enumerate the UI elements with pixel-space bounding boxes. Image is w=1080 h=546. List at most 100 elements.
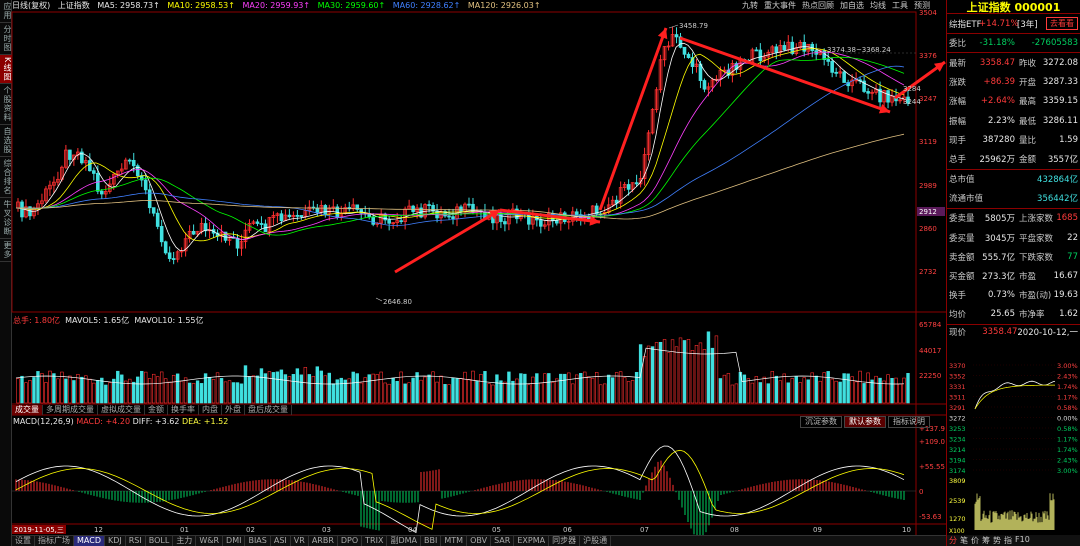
volume-bar (68, 375, 72, 404)
volume-bar (726, 373, 731, 404)
indicator-tab-21[interactable]: 同步器 (549, 536, 581, 546)
macd-button-2[interactable]: 指标说明 (888, 416, 930, 428)
candle-body (279, 213, 284, 221)
volume-tab-7[interactable]: 盘后成交量 (245, 405, 292, 415)
volume-tabs: 成交量 多周期成交量 虚拟成交量 金额 换手率 内盘 外盘 盘后成交量 (12, 405, 292, 415)
indicator-tab-11[interactable]: VR (291, 536, 309, 546)
indicator-tab-16[interactable]: BBI (421, 536, 442, 546)
indicator-tab-6[interactable]: 主力 (173, 536, 197, 546)
price-tick: 2860 (919, 225, 937, 233)
volume-bar (495, 374, 499, 404)
quote-tab-2[interactable]: 价 (971, 535, 979, 546)
quote-tab-1[interactable]: 笔 (960, 535, 968, 546)
volume-bar (650, 346, 655, 404)
rows3-value2: 16.67 (1053, 271, 1078, 282)
volume-bar (167, 381, 172, 404)
volume-bar (72, 380, 76, 404)
volume-tab-0[interactable]: 成交量 (12, 405, 43, 415)
indicator-tab-13[interactable]: DPO (338, 536, 363, 546)
indicator-tab-8[interactable]: DMI (223, 536, 246, 546)
indicator-tab-15[interactable]: 副DMA (387, 536, 422, 546)
volume-bar (319, 370, 324, 404)
rows2-label: 流通市值 (949, 194, 984, 205)
quote-tab-3[interactable]: 筹 (982, 535, 990, 546)
indicator-tab-9[interactable]: BIAS (245, 536, 271, 546)
rows1-value: 3358.47 (979, 57, 1015, 68)
rows1-label: 最新 (949, 58, 967, 69)
indicator-tab-7[interactable]: W&R (196, 536, 224, 546)
quote-tab-5[interactable]: 指 (1004, 535, 1012, 546)
indicator-tab-19[interactable]: SAR (491, 536, 515, 546)
volume-bar (355, 373, 359, 404)
indicator-tab-1[interactable]: 指标广场 (35, 536, 74, 546)
volume-bar (794, 376, 798, 404)
macd-button-1[interactable]: 默认参数 (844, 416, 886, 428)
indicator-tab-5[interactable]: BOLL (146, 536, 174, 546)
etf-value: +14.71% (979, 18, 1019, 29)
volume-bar (251, 375, 256, 404)
indicator-tab-14[interactable]: TRIX (362, 536, 388, 546)
indicator-tab-3[interactable]: KDJ (105, 536, 126, 546)
quote-tab-4[interactable]: 势 (993, 535, 1001, 546)
indicator-tab-22[interactable]: 沪股通 (580, 536, 612, 546)
weibi-label: 委比 (949, 39, 967, 50)
volume-bar (722, 374, 727, 404)
price-highlight: 2912 (919, 208, 937, 216)
volume-bar (559, 373, 563, 404)
rows1-value: 387280 (982, 134, 1015, 145)
candle-body (88, 160, 92, 172)
volume-tab-4[interactable]: 换手率 (168, 405, 199, 415)
etf-row[interactable]: 综指ETF +14.71% [3年] 去看看 (947, 14, 1080, 33)
volume-bar (20, 375, 24, 404)
volume-bar (658, 341, 663, 404)
volume-bar (215, 372, 220, 404)
indicator-tab-12[interactable]: ARBR (309, 536, 338, 546)
ma-line-1 (15, 48, 905, 242)
volume-bar (798, 382, 802, 404)
volume-bar (104, 384, 108, 404)
indicator-tab-0[interactable]: 设置 (12, 536, 35, 546)
indicator-tab-2[interactable]: MACD (74, 536, 105, 546)
volume-bar (539, 382, 543, 404)
mini-vol-tick: 2539 (949, 497, 966, 505)
rows3-label: 委买量 (949, 233, 975, 244)
quote-now-row: 现价 3358.47 2020-10-12,一 (947, 324, 1080, 338)
volume-tab-2[interactable]: 虚拟成交量 (98, 405, 145, 415)
indicator-tab-10[interactable]: ASI (271, 536, 291, 546)
macd-button-0[interactable]: 沉淀参数 (800, 416, 842, 428)
candle-body (634, 182, 639, 185)
volume-bar (255, 375, 260, 404)
volume-bar (846, 373, 850, 404)
volume-bar (838, 381, 842, 404)
volume-bar (662, 339, 667, 404)
volume-tab-5[interactable]: 内盘 (199, 405, 222, 415)
volume-tab-6[interactable]: 外盘 (222, 405, 245, 415)
volume-tab-1[interactable]: 多周期成交量 (43, 405, 98, 415)
volume-bar (782, 373, 786, 404)
intraday-mini-chart[interactable]: 3370 3.00% 3352 2.43% 3331 1.74% 3311 1.17% 3291… (947, 355, 1080, 535)
indicator-tab-4[interactable]: RSI (126, 536, 146, 546)
volume-bar (455, 378, 459, 404)
volume-tab-3[interactable]: 金额 (145, 405, 168, 415)
quote-tab-0[interactable]: 分 (949, 535, 957, 546)
etf-button[interactable]: 去看看 (1046, 17, 1078, 31)
kline-chart[interactable]: 3504 3376 3247 3119 2989 2860 2732 2912 3458.79… (0, 0, 946, 546)
rows2-row: 总市值 432864亿 (947, 170, 1080, 189)
mavol10: MAVOL10: 1.55亿 (134, 316, 204, 325)
indicator-tab-20[interactable]: EXPMA (514, 536, 550, 546)
rows1-label: 涨幅 (949, 97, 967, 108)
candle-body (427, 204, 431, 206)
volume-bar (894, 377, 898, 404)
volume-bar (874, 375, 878, 404)
indicator-tab-18[interactable]: OBV (467, 536, 492, 546)
volume-bar (291, 374, 296, 404)
quote-tab-6[interactable]: F10 (1015, 535, 1030, 546)
mini-vol-tick: 3809 (949, 477, 966, 485)
rows3-value2: 19.63 (1053, 290, 1078, 301)
candle-body (451, 216, 455, 219)
volume-bar (866, 372, 870, 404)
rows1-label: 涨跌 (949, 78, 967, 89)
indicator-tab-17[interactable]: MTM (441, 536, 468, 546)
volume-bar (547, 373, 551, 404)
rows3-label: 买金额 (949, 272, 975, 283)
